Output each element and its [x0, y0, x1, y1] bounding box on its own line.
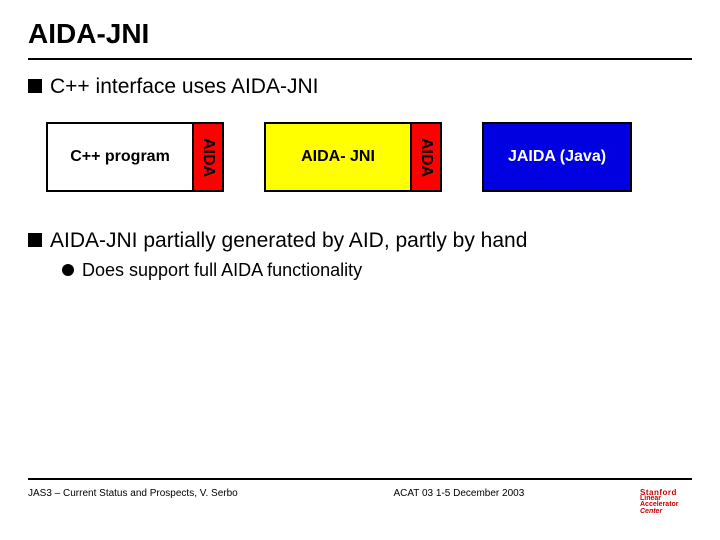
footer-row: JAS3 – Current Status and Prospects, V. … — [28, 488, 692, 516]
bullet-2-text: AIDA-JNI partially generated by AID, par… — [50, 228, 527, 254]
bullet-1-text: C++ interface uses AIDA-JNI — [50, 74, 318, 100]
footer: JAS3 – Current Status and Prospects, V. … — [28, 478, 692, 516]
aida-jni-box: AIDA- JNI AIDA — [264, 122, 442, 192]
disc-bullet-icon — [62, 264, 74, 276]
jaida-box: JAIDA (Java) — [482, 122, 632, 192]
square-bullet-icon — [28, 79, 42, 93]
slide: AIDA-JNI C++ interface uses AIDA-JNI C++… — [0, 0, 720, 540]
slide-title: AIDA-JNI — [28, 18, 692, 56]
bullet-2-sub-1-text: Does support full AIDA functionality — [82, 259, 362, 282]
content-area: C++ interface uses AIDA-JNI C++ program … — [28, 60, 692, 281]
square-bullet-icon — [28, 233, 42, 247]
aida-tab-right: AIDA — [410, 124, 440, 190]
bullet-2: AIDA-JNI partially generated by AID, par… — [28, 228, 692, 254]
footer-left: JAS3 – Current Status and Prospects, V. … — [28, 488, 238, 499]
footer-mid: ACAT 03 1-5 December 2003 — [393, 488, 524, 499]
footer-rule — [28, 478, 692, 480]
aida-jni-label: AIDA- JNI — [266, 124, 410, 190]
slac-logo: Stanford Linear Accelerator Center — [640, 488, 692, 516]
aida-tab-left: AIDA — [192, 124, 222, 190]
jaida-label: JAIDA (Java) — [508, 148, 606, 166]
bullet-2-sub-1: Does support full AIDA functionality — [62, 259, 692, 282]
logo-line-4: Center — [640, 509, 692, 515]
architecture-diagram: C++ program AIDA AIDA- JNI AIDA JAIDA (J… — [46, 122, 692, 192]
bullet-1: C++ interface uses AIDA-JNI — [28, 74, 692, 100]
cpp-program-label: C++ program — [48, 124, 192, 190]
cpp-program-box: C++ program AIDA — [46, 122, 224, 192]
